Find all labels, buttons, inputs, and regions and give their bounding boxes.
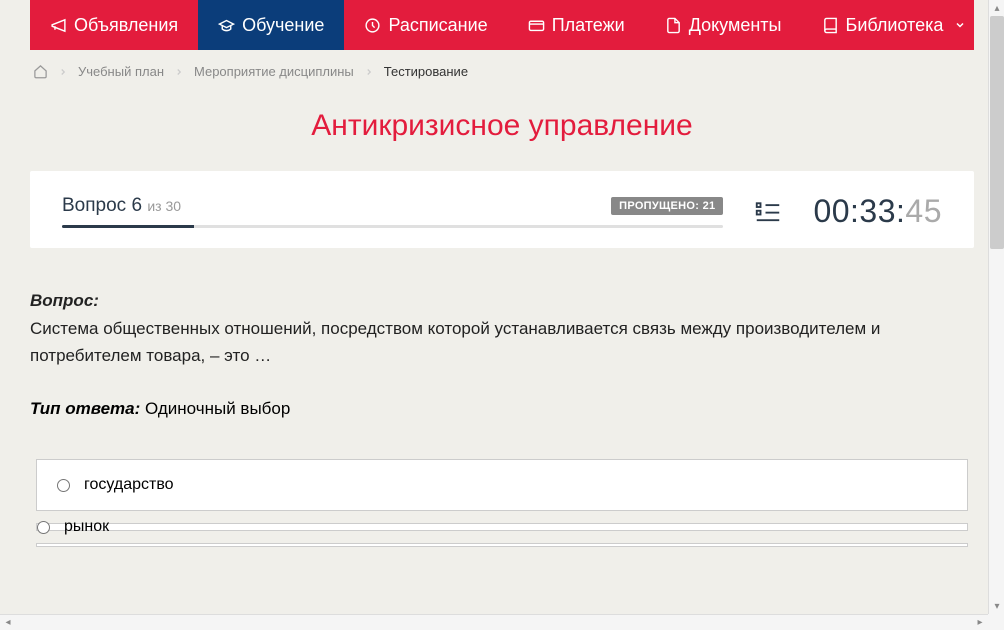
question-text: Система общественных отношений, посредст… [30,316,974,369]
answer-type-section: Тип ответа: Одиночный выбор [30,399,974,419]
question-progress: Вопрос 6 из 30 ПРОПУЩЕНО: 21 [62,195,723,228]
horizontal-scrollbar[interactable]: ◂ ▸ [0,614,988,630]
option-item[interactable]: государство [36,459,968,511]
scrollbar-corner [988,614,1004,630]
nav-item-payments[interactable]: Платежи [508,0,645,50]
megaphone-icon [50,17,67,34]
nav-item-learning[interactable]: Обучение [198,0,344,50]
option-item-partial [36,543,968,547]
scroll-right-arrow[interactable]: ▸ [972,615,988,630]
scroll-thumb[interactable] [990,16,1004,249]
answer-type-label: Тип ответа: [30,399,140,418]
progress-bar [62,225,723,228]
nav-item-documents[interactable]: Документы [645,0,802,50]
timer-seconds: 45 [905,193,942,229]
nav-label: Расписание [388,15,487,36]
progress-fill [62,225,194,228]
breadcrumb-item-current: Тестирование [384,64,468,79]
nav-item-schedule[interactable]: Расписание [344,0,507,50]
content: Вопрос: Система общественных отношений, … [0,248,1004,567]
nav-label: Обучение [242,15,324,36]
book-icon [822,17,839,34]
nav-item-announcements[interactable]: Объявления [30,0,198,50]
option-label: рынок [64,518,109,536]
document-icon [665,17,682,34]
nav-label: Библиотека [846,15,944,36]
breadcrumb: Учебный план Мероприятие дисциплины Тест… [0,50,1004,93]
breadcrumb-item[interactable]: Учебный план [78,64,164,79]
scroll-track[interactable] [989,16,1004,598]
chevron-right-icon [364,67,374,77]
nav-label: Платежи [552,15,625,36]
nav-label: Объявления [74,15,178,36]
graduation-icon [218,17,235,34]
timer-main: 00:33: [813,193,905,229]
nav-item-library[interactable]: Библиотека [802,0,987,50]
chevron-down-icon [954,15,966,36]
question-section: Вопрос: Система общественных отношений, … [30,288,974,369]
option-label: государство [84,476,174,494]
status-card: Вопрос 6 из 30 ПРОПУЩЕНО: 21 0 [30,171,974,248]
question-list-icon[interactable] [753,197,783,227]
question-counter: Вопрос 6 из 30 [62,195,181,217]
scroll-track-h[interactable] [16,615,972,630]
breadcrumb-item[interactable]: Мероприятие дисциплины [194,64,354,79]
skipped-badge: ПРОПУЩЕНО: 21 [611,197,723,215]
nav-label: Документы [689,15,782,36]
option-item[interactable]: рынок [36,523,968,531]
clock-icon [364,17,381,34]
scroll-down-arrow[interactable]: ▾ [989,598,1004,614]
card-icon [528,17,545,34]
options-list: государство рынок [30,459,974,547]
page-title: Антикризисное управление [0,93,1004,171]
chevron-right-icon [174,67,184,77]
timer: 00:33:45 [813,193,942,230]
question-label: Вопрос: [30,288,974,314]
answer-type-value: Одиночный выбор [145,399,290,418]
scroll-up-arrow[interactable]: ▴ [989,0,1004,16]
option-radio[interactable] [57,479,70,492]
chevron-right-icon [58,67,68,77]
option-radio[interactable] [37,521,50,534]
main-nav: Объявления Обучение Расписание Платежи Д… [30,0,974,50]
home-icon[interactable] [33,64,48,79]
vertical-scrollbar[interactable]: ▴ ▾ [988,0,1004,614]
scroll-left-arrow[interactable]: ◂ [0,615,16,630]
